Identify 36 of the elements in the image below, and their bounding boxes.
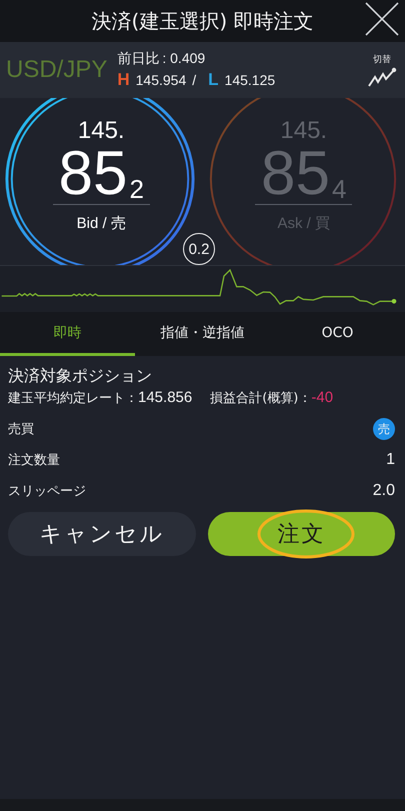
chart-switch-button[interactable]: 切替 (367, 52, 397, 88)
rate-label: 建玉平均約定レート： (8, 390, 138, 407)
order-type-tab[interactable]: 指値・逆指値 (135, 312, 270, 356)
price-label: Ask / 買 (277, 214, 330, 233)
change-label: 前日比 (117, 50, 160, 68)
field-value: 1 (386, 451, 395, 469)
field-label: スリッページ (8, 483, 86, 500)
big-figure: 145. (78, 118, 125, 144)
pl-label: 損益合計(概算)： (210, 390, 312, 407)
field-label: 売買 (8, 421, 34, 438)
section-title: 決済対象ポジション (8, 366, 153, 387)
pl-value: -40 (311, 389, 334, 406)
order-button[interactable]: 注文 (208, 512, 395, 556)
price-label: Bid / 売 (76, 214, 126, 233)
separator: / (192, 72, 196, 88)
order-type-tab[interactable]: OCO (270, 312, 405, 356)
close-icon[interactable] (365, 2, 399, 36)
field-label: 注文数量 (8, 452, 60, 469)
high-value: 145.954 (136, 72, 186, 88)
screen-title: 決済(建玉選択) 即時注文 (92, 8, 314, 34)
price-fraction: 4 (332, 174, 346, 204)
rate-value: 145.856 (138, 389, 192, 406)
low-value: 145.125 (224, 72, 276, 88)
price-pips: 85 (261, 144, 330, 204)
cancel-button[interactable]: キャンセル (8, 512, 196, 556)
price-pips: 85 (58, 144, 128, 204)
low-label: L (208, 70, 219, 90)
order-type-tab[interactable]: 即時 (0, 312, 135, 356)
spread-badge: 0.2 (183, 233, 215, 265)
currency-pair: USD/JPY (6, 56, 108, 84)
high-label: H (117, 70, 130, 90)
side-badge: 売 (373, 418, 395, 440)
price-fraction: 2 (130, 174, 144, 204)
big-figure: 145. (280, 118, 328, 144)
field-value: 2.0 (372, 482, 395, 500)
change-value: : 0.409 (162, 50, 206, 66)
